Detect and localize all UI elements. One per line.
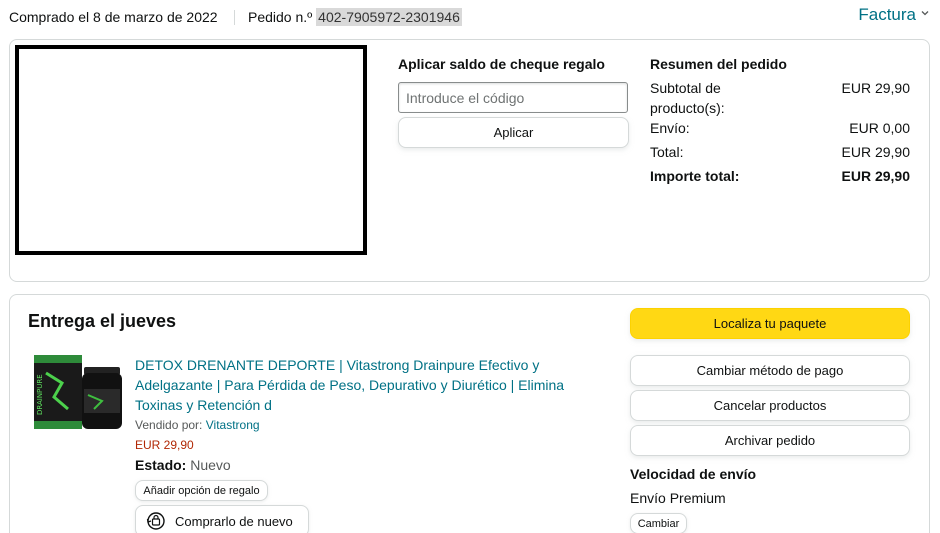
summary-value: EUR 29,90 (841, 168, 910, 184)
shipping-speed-title: Velocidad de envío (630, 466, 757, 482)
redacted-shipping-block (15, 45, 367, 255)
change-payment-button[interactable]: Cambiar método de pago (630, 355, 910, 386)
add-gift-option-button[interactable]: Añadir opción de regalo (135, 480, 268, 501)
archive-order-button[interactable]: Archivar pedido (630, 425, 910, 456)
gift-card-title: Aplicar saldo de cheque regalo (398, 56, 605, 72)
invoice-link[interactable]: Factura (858, 5, 916, 25)
shipping-speed-value: Envío Premium (630, 490, 726, 506)
order-number-label: Pedido n.º 402-7905972-2301946 (248, 8, 462, 26)
summary-label: Subtotal de producto(s): (650, 80, 725, 116)
summary-label: Total: (650, 144, 684, 160)
order-number-prefix: Pedido n.º (248, 9, 313, 25)
track-package-button[interactable]: Localiza tu paquete (630, 308, 910, 339)
buy-again-button[interactable]: Comprarlo de nuevo (135, 505, 309, 533)
product-image[interactable]: DRAINPURE (32, 353, 126, 431)
header-divider (234, 10, 235, 25)
order-number: 402-7905972-2301946 (316, 8, 462, 26)
product-title-link[interactable]: DETOX DRENANTE DEPORTE | Vitastrong Drai… (135, 355, 575, 415)
summary-label: Importe total: (650, 168, 740, 184)
refresh-icon (146, 512, 165, 530)
svg-text:DRAINPURE: DRAINPURE (36, 374, 44, 415)
summary-value: EUR 29,90 (841, 144, 910, 160)
chevron-down-icon[interactable] (920, 8, 930, 18)
condition-value: Nuevo (190, 457, 231, 473)
gift-code-input[interactable] (398, 82, 628, 113)
buy-again-label: Comprarlo de nuevo (175, 513, 293, 529)
summary-row-shipping: Envío: EUR 0,00 (650, 118, 910, 138)
summary-label: Envío: (650, 120, 690, 136)
delivery-status: Entrega el jueves (28, 311, 177, 331)
sold-by-label: Vendido por: (135, 418, 203, 432)
product-condition: Estado: Nuevo (135, 457, 231, 473)
sold-by: Vendido por: Vitastrong (135, 418, 260, 432)
summary-row-grand-total: Importe total: EUR 29,90 (650, 166, 910, 186)
summary-value: EUR 0,00 (849, 120, 910, 136)
summary-row-subtotal: Subtotal de producto(s): EUR 29,90 (650, 78, 910, 118)
cancel-items-button[interactable]: Cancelar productos (630, 390, 910, 421)
order-header: Comprado el 8 de marzo de 2022 Pedido n.… (0, 0, 940, 34)
summary-title: Resumen del pedido (650, 56, 787, 72)
summary-value: EUR 29,90 (841, 80, 910, 96)
seller-link[interactable]: Vitastrong (206, 418, 260, 432)
summary-row-total: Total: EUR 29,90 (650, 142, 910, 162)
condition-label: Estado: (135, 457, 187, 473)
purchase-date: Comprado el 8 de marzo de 2022 (9, 9, 218, 25)
product-price: EUR 29,90 (135, 438, 194, 452)
apply-gift-button[interactable]: Aplicar (398, 117, 629, 148)
change-shipping-button[interactable]: Cambiar (630, 513, 687, 533)
